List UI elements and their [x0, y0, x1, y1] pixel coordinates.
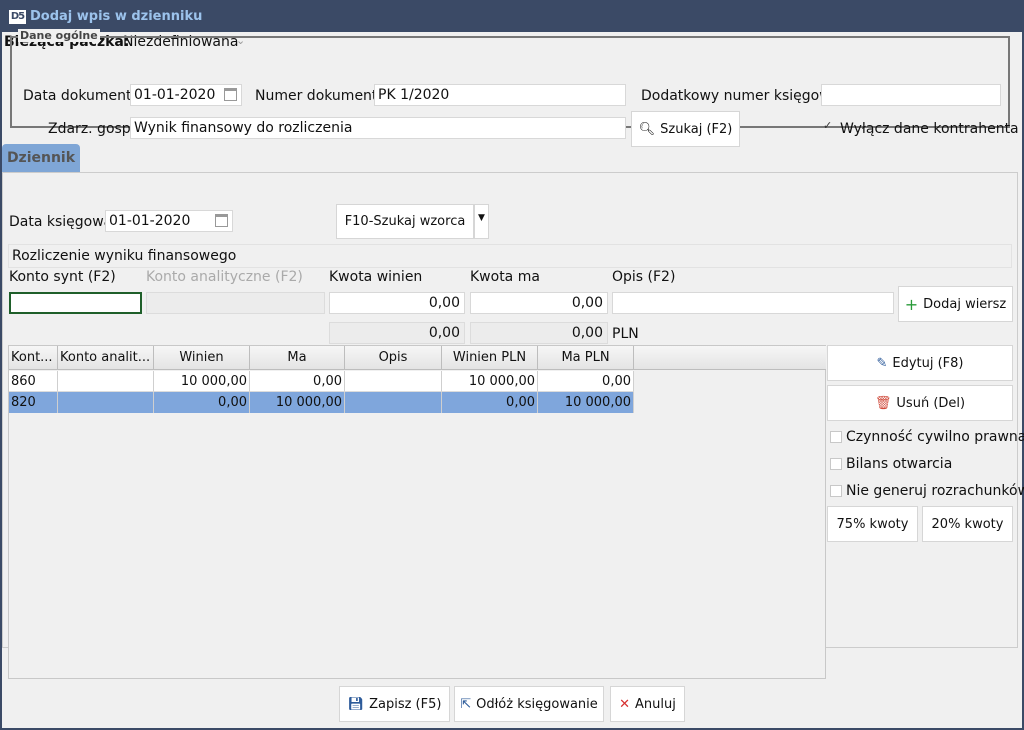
title-bar[interactable]: D5 Dodaj wpis w dzienniku [2, 2, 1024, 32]
exclude-contractor-checkbox[interactable] [823, 119, 835, 134]
col-header-konto[interactable]: Kont... [9, 346, 58, 370]
opening-balance-checkbox[interactable] [830, 458, 842, 470]
credit-field[interactable]: 0,00 [470, 292, 608, 314]
col-header-konto-analit[interactable]: Konto analit... [58, 346, 154, 370]
pct75-button[interactable]: 75% kwoty [827, 506, 918, 542]
col-header-ma[interactable]: Ma [250, 346, 345, 370]
edit-button-label: Edytuj (F8) [892, 355, 964, 371]
calendar-icon[interactable] [215, 214, 228, 227]
synt-account-field[interactable] [9, 292, 142, 314]
entries-grid[interactable]: Kont... Konto analit... Winien Ma Opis W… [8, 345, 826, 679]
save-icon: 💾︎ [347, 696, 365, 712]
export-icon: ⇱ [460, 696, 472, 712]
add-row-label: Dodaj wiersz [923, 296, 1007, 312]
add-row-button[interactable]: + Dodaj wiersz [898, 286, 1013, 322]
col-header-opis[interactable]: Opis [345, 346, 442, 370]
calendar-icon[interactable] [224, 88, 237, 101]
no-settlements-checkbox[interactable] [830, 485, 842, 497]
col-header-filler [634, 346, 826, 370]
cell-konto-analit [58, 371, 154, 392]
postpone-button[interactable]: ⇱ Odłóż księgowanie [454, 686, 604, 722]
doc-number-label: Numer dokumentu [255, 88, 387, 104]
cell-konto-analit [58, 392, 154, 413]
entry-description[interactable]: Rozliczenie wyniku finansowego [8, 244, 1012, 268]
book-date-label: Data księgowa [9, 214, 113, 230]
cell-winien-pln: 0,00 [442, 392, 538, 413]
opening-balance-label: Bilans otwarcia [846, 456, 953, 472]
search-button[interactable]: 🔍︎ Szukaj (F2) [631, 111, 740, 147]
cell-ma: 10 000,00 [250, 392, 345, 413]
cell-opis [345, 392, 442, 413]
civil-law-checkbox[interactable] [830, 431, 842, 443]
cell-ma: 0,00 [250, 371, 345, 392]
debit-label: Kwota winien [329, 269, 423, 285]
col-header-winien[interactable]: Winien [154, 346, 250, 370]
save-button[interactable]: 💾︎ Zapisz (F5) [339, 686, 450, 722]
doc-date-field[interactable]: 01-01-2020 [130, 84, 242, 106]
doc-date-value: 01-01-2020 [134, 87, 216, 103]
edit-button[interactable]: ✎ Edytuj (F8) [827, 345, 1013, 381]
no-settlements-label: Nie generuj rozrachunków [846, 483, 1024, 499]
general-data-group: Dane ogólne [10, 29, 1010, 128]
cell-winien: 10 000,00 [154, 371, 250, 392]
debit-total: 0,00 [329, 322, 465, 344]
cancel-button[interactable]: ✕ Anuluj [610, 686, 685, 722]
book-date-value: 01-01-2020 [109, 213, 191, 229]
search-icon: 🔍︎ [638, 121, 656, 137]
cell-opis [345, 371, 442, 392]
exclude-contractor-label: Wyłącz dane kontrahenta [840, 121, 1019, 137]
template-search-button[interactable]: F10-Szukaj wzorca [336, 204, 474, 239]
desc-field[interactable] [612, 292, 894, 314]
doc-number-field[interactable]: PK 1/2020 [374, 84, 626, 106]
extra-number-label: Dodatkowy numer księgowy [641, 88, 839, 104]
desc-label: Opis (F2) [612, 269, 676, 285]
cancel-button-label: Anuluj [635, 696, 676, 712]
civil-law-label: Czynność cywilno prawna [846, 429, 1024, 445]
anal-account-field [146, 292, 325, 314]
event-field[interactable]: Wynik finansowy do rozliczenia [130, 117, 626, 139]
save-button-label: Zapisz (F5) [369, 696, 442, 712]
book-date-field[interactable]: 01-01-2020 [105, 210, 233, 232]
group-legend: Dane ogólne [18, 29, 100, 42]
col-header-ma-pln[interactable]: Ma PLN [538, 346, 634, 370]
cell-winien-pln: 10 000,00 [442, 371, 538, 392]
cell-winien: 0,00 [154, 392, 250, 413]
cell-konto: 820 [9, 392, 58, 413]
credit-total: 0,00 [470, 322, 608, 344]
app-logo-icon: D5 [9, 10, 26, 24]
close-x-icon: ✕ [619, 696, 631, 712]
debit-field[interactable]: 0,00 [329, 292, 465, 314]
postpone-button-label: Odłóż księgowanie [476, 696, 598, 712]
doc-date-label: Data dokumentu [23, 88, 141, 104]
delete-button-label: Usuń (Del) [896, 395, 966, 411]
search-button-label: Szukaj (F2) [660, 121, 733, 137]
plus-icon: + [904, 294, 919, 314]
cell-ma-pln: 0,00 [538, 371, 634, 392]
col-header-winien-pln[interactable]: Winien PLN [442, 346, 538, 370]
window-title: Dodaj wpis w dzienniku [30, 9, 203, 24]
event-label: Zdarz. gosp. [48, 121, 136, 137]
synt-account-label: Konto synt (F2) [9, 269, 116, 285]
delete-button[interactable]: 🗑︎ Usuń (Del) [827, 385, 1013, 421]
edit-icon: ✎ [876, 355, 888, 371]
tab-dziennik[interactable]: Dziennik [2, 144, 80, 172]
cell-ma-pln: 10 000,00 [538, 392, 634, 413]
dropdown-arrow-icon[interactable]: ▼ [474, 204, 489, 239]
extra-number-field[interactable] [821, 84, 1001, 106]
credit-label: Kwota ma [470, 269, 540, 285]
trash-icon: 🗑︎ [874, 395, 892, 411]
cell-konto: 860 [9, 371, 58, 392]
pct20-button[interactable]: 20% kwoty [922, 506, 1013, 542]
anal-account-label: Konto analityczne (F2) [146, 269, 303, 285]
currency-label: PLN [612, 326, 639, 342]
